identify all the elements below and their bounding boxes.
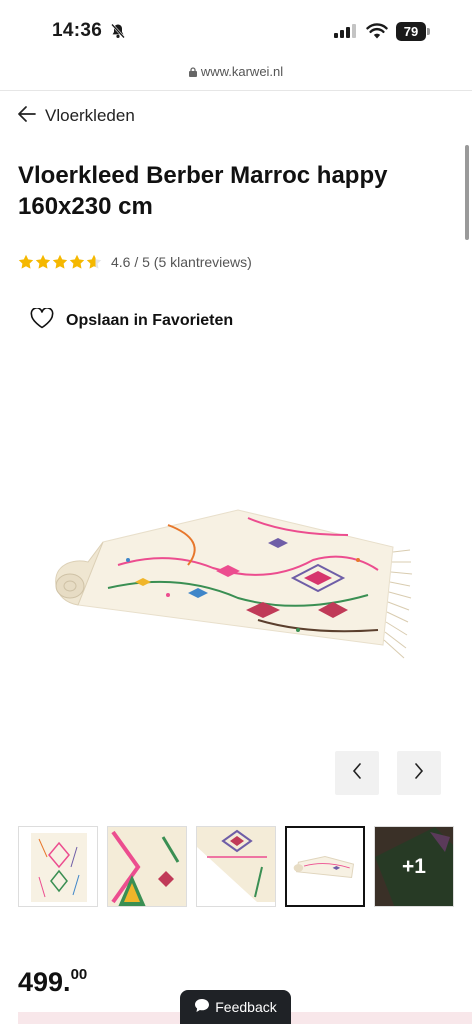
- heart-icon: [30, 307, 54, 334]
- back-link-label: Vloerkleden: [45, 106, 135, 125]
- wifi-icon: [366, 22, 388, 44]
- price-whole: 499.: [18, 967, 71, 997]
- lock-icon: [188, 65, 197, 80]
- chat-bubble-icon: [194, 998, 210, 1016]
- save-favorite-button[interactable]: Opslaan in Favorieten: [30, 307, 234, 334]
- status-bar: 14:36 79: [0, 0, 472, 60]
- feedback-label: Feedback: [215, 999, 277, 1015]
- chevron-left-icon: [352, 762, 362, 784]
- product-price: 499.00: [18, 966, 87, 998]
- signal-icon: [334, 24, 358, 43]
- scrollbar[interactable]: [465, 145, 469, 240]
- status-time: 14:36: [52, 20, 103, 41]
- star-icon: [52, 254, 68, 269]
- thumbnail-strip: +1: [18, 826, 472, 908]
- battery-level: 79: [396, 22, 426, 41]
- chevron-right-icon: [414, 762, 424, 784]
- star-icon: [69, 254, 85, 269]
- back-link[interactable]: Vloerkleden: [18, 104, 135, 128]
- thumbnail-5[interactable]: +1: [374, 826, 454, 907]
- star-icon: [18, 254, 34, 269]
- url-text: www.karwei.nl: [200, 64, 284, 79]
- bell-muted-icon: [110, 23, 126, 44]
- rating-stars: [18, 254, 102, 270]
- feedback-button[interactable]: Feedback: [180, 990, 291, 1024]
- product-image[interactable]: [48, 490, 428, 670]
- rating[interactable]: 4.6 / 5 (5 klantreviews): [18, 254, 252, 270]
- thumbnail-3[interactable]: [196, 826, 276, 907]
- arrow-left-icon: [18, 105, 36, 127]
- thumbnail-2[interactable]: [107, 826, 187, 907]
- thumbnail-more-label: +1: [375, 827, 453, 906]
- gallery-prev-button[interactable]: [335, 751, 379, 795]
- star-icon: [35, 254, 51, 269]
- gallery-next-button[interactable]: [397, 751, 441, 795]
- thumbnail-4[interactable]: [285, 826, 365, 907]
- price-cents: 00: [70, 966, 88, 983]
- divider: [0, 90, 472, 91]
- thumbnail-1[interactable]: [18, 826, 98, 907]
- rating-text: 4.6 / 5 (5 klantreviews): [111, 254, 252, 270]
- battery-icon: 79: [396, 22, 430, 41]
- url-bar[interactable]: www.karwei.nl: [0, 64, 472, 90]
- save-favorite-label: Opslaan in Favorieten: [66, 312, 234, 329]
- product-title: Vloerkleed Berber Marroc happy 160x230 c…: [18, 162, 388, 220]
- star-icon: [86, 254, 102, 269]
